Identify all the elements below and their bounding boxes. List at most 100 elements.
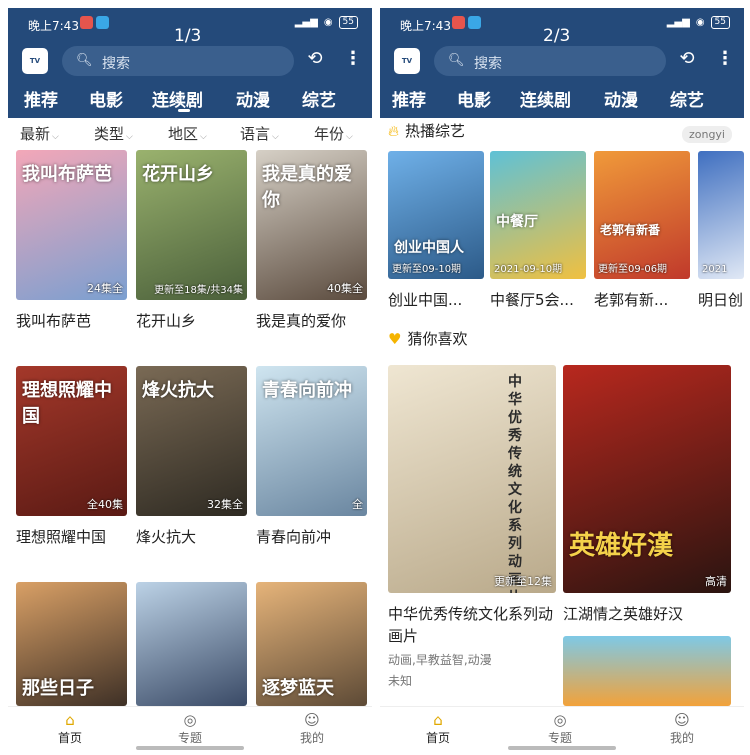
header: 晚上7:43 ▂▄▆ ◉ 55 1/3 TV 🔍︎ 搜索 ⟲ ⋮ 推荐 电影 连… — [8, 8, 372, 118]
section-tag[interactable]: zongyi — [681, 126, 732, 143]
history-icon[interactable]: ⟲ — [304, 48, 326, 70]
app-notification-icon — [468, 16, 481, 29]
filter-latest[interactable]: 最新 ⌵ — [20, 123, 59, 144]
video-card[interactable]: 2021 明日创 — [698, 151, 744, 310]
nav-topics[interactable]: ◎ 专题 — [160, 711, 220, 746]
phone-screen-1: 晚上7:43 ▂▄▆ ◉ 55 1/3 TV 🔍︎ 搜索 ⟲ ⋮ 推荐 电影 连… — [8, 8, 372, 752]
filter-type[interactable]: 类型 ⌵ — [94, 123, 133, 144]
tab-recommend[interactable]: 推荐 — [24, 86, 58, 111]
chevron-down-icon: ⌵ — [346, 132, 353, 142]
video-card[interactable]: 逐梦蓝天 — [256, 582, 367, 706]
status-app-icons — [80, 16, 109, 29]
episode-badge: 全 — [352, 498, 363, 511]
tab-anime[interactable]: 动漫 — [236, 86, 270, 111]
nav-label: 专题 — [547, 731, 572, 745]
search-bar[interactable]: 🔍︎ 搜索 — [62, 46, 294, 76]
home-icon: ⌂ — [65, 711, 75, 729]
app-logo[interactable]: TV — [22, 48, 48, 74]
video-card[interactable] — [136, 582, 247, 706]
video-title: 中华优秀传统文化系列动画片 — [388, 605, 554, 645]
battery-icon: 55 — [338, 16, 358, 29]
episode-badge: 更新至09-10期 — [392, 264, 462, 275]
search-bar[interactable]: 🔍︎ 搜索 — [434, 46, 666, 76]
tab-anime[interactable]: 动漫 — [604, 86, 638, 111]
video-card[interactable]: 理想照耀中国 全40集 理想照耀中国 — [16, 366, 127, 547]
episode-badge: 全40集 — [87, 498, 123, 511]
filter-language[interactable]: 语言 ⌵ — [240, 123, 279, 144]
nav-mine[interactable]: ☺ 我的 — [282, 711, 342, 746]
history-icon[interactable]: ⟲ — [676, 48, 698, 70]
filter-label: 地区 — [168, 125, 199, 143]
poster: 理想照耀中国 全40集 — [16, 366, 127, 516]
poster-title: 我叫布萨芭 — [22, 164, 112, 185]
nav-label: 我的 — [299, 731, 324, 745]
topic-icon: ◎ — [183, 711, 197, 729]
poster: 那些日子 — [16, 582, 127, 706]
app-notification-icon — [452, 16, 465, 29]
video-card[interactable]: 中华优秀传统文化系列动画片更新至12集 中华优秀传统文化系列动画片 动画,早教益… — [388, 365, 556, 689]
poster: 烽火抗大 32集全 — [136, 366, 247, 516]
tab-variety[interactable]: 综艺 — [302, 86, 336, 111]
video-card[interactable]: 青春向前冲全 青春向前冲 — [256, 366, 367, 547]
video-card[interactable]: 中餐厅 2021-09-10期 中餐厅5会... — [490, 151, 586, 310]
nav-mine[interactable]: ☺ 我的 — [652, 711, 712, 746]
topic-icon: ◎ — [553, 711, 567, 729]
video-title: 我叫布萨芭 — [16, 312, 92, 330]
poster: 我叫布萨芭 24集全 — [16, 150, 127, 300]
filter-region[interactable]: 地区 ⌵ — [168, 123, 207, 144]
category-tabs: 推荐 电影 连续剧 动漫 综艺 — [380, 84, 744, 114]
tab-variety[interactable]: 综艺 — [670, 86, 704, 111]
search-placeholder: 搜索 — [102, 56, 130, 72]
poster-title: 中餐厅 — [496, 214, 538, 230]
video-card[interactable]: 花开山乡 更新至18集/共34集 花开山乡 — [136, 150, 247, 331]
tab-series[interactable]: 连续剧 — [520, 86, 571, 111]
poster-title: 老郭有新番 — [600, 223, 661, 237]
app-notification-icon — [80, 16, 93, 29]
video-region: 未知 — [388, 674, 413, 688]
user-icon: ☺ — [304, 711, 320, 729]
filter-label: 类型 — [94, 125, 125, 143]
signal-icon: ▂▄▆ — [666, 17, 690, 28]
video-card[interactable]: 我叫布萨芭 24集全 我叫布萨芭 — [16, 150, 127, 331]
video-title: 创业中国... — [388, 291, 463, 309]
video-card[interactable] — [563, 636, 731, 706]
video-card[interactable]: 烽火抗大 32集全 烽火抗大 — [136, 366, 247, 547]
bottom-nav: ⌂ 首页 ◎ 专题 ☺ 我的 — [8, 706, 372, 752]
episode-badge: 更新至12集 — [494, 575, 552, 588]
video-card[interactable]: 老郭有新番 更新至09-06期 老郭有新... — [594, 151, 690, 310]
app-logo[interactable]: TV — [394, 48, 420, 74]
more-icon[interactable]: ⋮ — [716, 48, 734, 70]
nav-home[interactable]: ⌂ 首页 — [40, 711, 100, 746]
nav-topics[interactable]: ◎ 专题 — [530, 711, 590, 746]
poster: 2021 — [698, 151, 744, 279]
poster — [563, 636, 731, 706]
poster-title: 花开山乡 — [142, 164, 214, 185]
more-icon[interactable]: ⋮ — [344, 48, 362, 70]
search-icon: 🔍︎ — [76, 53, 93, 68]
video-card[interactable]: 英雄好漢 高清 江湖情之英雄好汉 — [563, 365, 731, 624]
video-card[interactable]: 创业中国人 更新至09-10期 创业中国... — [388, 151, 484, 310]
status-app-icons — [452, 16, 481, 29]
episode-badge: 24集全 — [87, 282, 123, 295]
filter-label: 语言 — [240, 125, 271, 143]
video-card[interactable]: 那些日子 — [16, 582, 127, 706]
wifi-icon: ◉ — [695, 17, 705, 28]
tab-movie[interactable]: 电影 — [89, 86, 123, 111]
video-card[interactable]: 我是真的爱你 40集全 我是真的爱你 — [256, 150, 367, 331]
tab-movie[interactable]: 电影 — [457, 86, 491, 111]
section-label: 猜你喜欢 — [407, 330, 468, 348]
video-title: 老郭有新... — [594, 291, 669, 309]
nav-home[interactable]: ⌂ 首页 — [408, 711, 468, 746]
filter-year[interactable]: 年份 ⌵ — [314, 123, 353, 144]
chevron-down-icon: ⌵ — [272, 132, 279, 142]
page-indicator: 1/3 — [174, 26, 202, 46]
home-icon: ⌂ — [433, 711, 443, 729]
video-title: 中餐厅5会... — [490, 291, 574, 309]
poster-title: 中华优秀传统文化系列动画片 — [508, 374, 522, 593]
tab-recommend[interactable]: 推荐 — [392, 86, 426, 111]
episode-badge: 40集全 — [327, 282, 363, 295]
video-title: 我是真的爱你 — [256, 312, 347, 330]
gesture-bar — [508, 746, 616, 750]
tab-series[interactable]: 连续剧 — [152, 86, 203, 111]
poster-title: 英雄好漢 — [569, 531, 674, 561]
